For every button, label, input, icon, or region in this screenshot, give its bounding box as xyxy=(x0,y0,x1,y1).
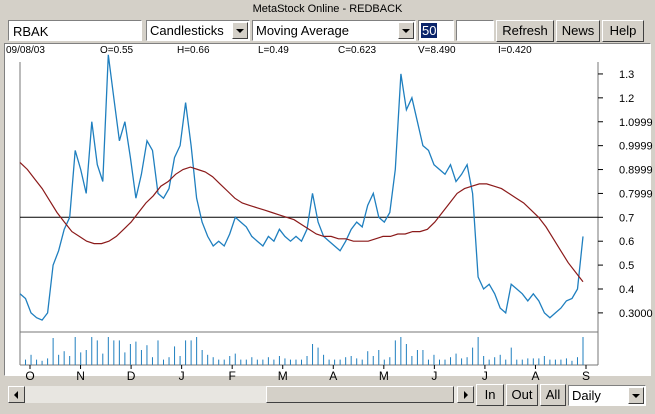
x-tick-label: A xyxy=(531,369,539,383)
period-dropdown-button[interactable] xyxy=(628,387,644,404)
y-tick-label: 0.7 xyxy=(619,212,634,224)
y-tick-label: 0.6 xyxy=(619,236,634,248)
x-tick-label: N xyxy=(76,369,85,383)
x-tick-label: S xyxy=(582,369,590,383)
y-tick-label: 0.4 xyxy=(619,284,634,296)
horizontal-scrollbar[interactable] xyxy=(8,386,474,403)
zoom-in-button[interactable]: In xyxy=(476,384,504,406)
zoom-all-button[interactable]: All xyxy=(540,384,566,406)
y-tick-label: 0.7999 xyxy=(619,188,653,200)
y-tick-label: 1.0999 xyxy=(619,117,653,129)
arrow-right-icon xyxy=(464,391,468,399)
y-tick-label: 1.2 xyxy=(619,93,634,105)
y-tick-label: 0.9999 xyxy=(619,141,653,153)
y-tick-label: 0.5 xyxy=(619,260,634,272)
x-tick-label: M xyxy=(278,369,288,383)
x-tick-label: M xyxy=(379,369,389,383)
zoom-out-button[interactable]: Out xyxy=(506,384,538,406)
period-select-value: Daily xyxy=(572,388,601,403)
scroll-right-button[interactable] xyxy=(457,386,474,403)
scroll-thumb[interactable] xyxy=(266,386,454,403)
price-chart: 1.3 1.2 1.0999 0.9999 0.8999 0.7999 0.7 0.6 0.5 0… xyxy=(19,54,653,383)
x-tick-label: F xyxy=(229,369,236,383)
x-tick-label: D xyxy=(127,369,136,383)
x-tick-label: A xyxy=(329,369,337,383)
arrow-left-icon xyxy=(14,391,18,399)
y-tick-label: 0.3000 xyxy=(619,308,653,320)
scroll-left-button[interactable] xyxy=(8,386,25,403)
y-tick-label: 1.3 xyxy=(619,69,634,81)
x-tick-label: J xyxy=(431,369,437,383)
x-tick-label: J xyxy=(482,369,488,383)
moving-average-line xyxy=(19,161,584,283)
x-tick-label: J xyxy=(179,369,185,383)
x-tick-label: O xyxy=(25,369,34,383)
period-select[interactable]: Daily xyxy=(568,385,646,406)
chevron-down-icon xyxy=(632,394,640,398)
y-tick-label: 0.8999 xyxy=(619,165,653,177)
